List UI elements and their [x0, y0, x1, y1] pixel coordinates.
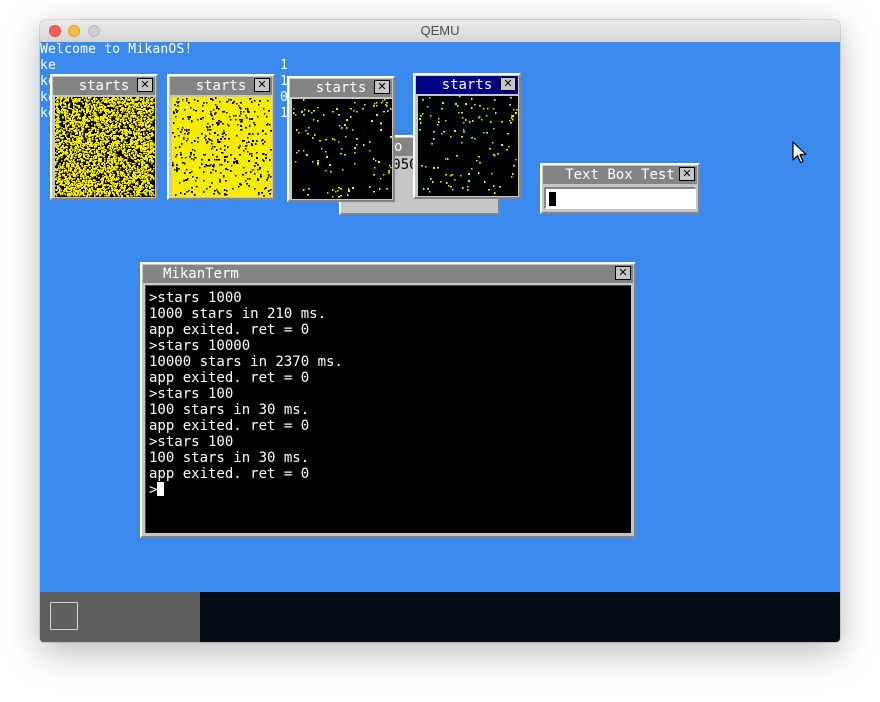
close-icon[interactable]: ✕	[500, 77, 516, 91]
terminal-line: app exited. ret = 0	[149, 466, 310, 482]
terminal-line: >stars 10000	[149, 338, 251, 354]
terminal-prompt: >	[149, 482, 158, 498]
mikanterm-window[interactable]: MikanTerm ✕ >stars 1000 1000 stars in 21…	[140, 262, 636, 538]
mouse-cursor-icon	[792, 141, 807, 164]
terminal-line: >stars 1000	[149, 290, 242, 306]
text-cursor	[549, 192, 556, 206]
stars-window-4-active[interactable]: starts ✕	[413, 73, 521, 199]
terminal-line: app exited. ret = 0	[149, 322, 310, 338]
start-button-icon[interactable]	[50, 602, 78, 630]
console-welcome-line: Welcome to MikanOS!	[40, 42, 193, 57]
text-box-window-title: Text Box Test	[543, 166, 697, 184]
terminal-line: 1000 stars in 210 ms.	[149, 306, 327, 322]
starfield-canvas	[292, 99, 392, 199]
taskbar-left-panel	[40, 592, 200, 642]
qemu-titlebar: QEMU	[40, 20, 840, 43]
terminal-line: 10000 stars in 2370 ms.	[149, 354, 343, 370]
terminal-line: 100 stars in 30 ms.	[149, 450, 310, 466]
terminal-cursor	[157, 482, 165, 496]
close-icon[interactable]: ✕	[374, 80, 390, 94]
terminal-line: 100 stars in 30 ms.	[149, 402, 310, 418]
close-icon[interactable]: ✕	[615, 266, 631, 280]
close-icon[interactable]: ✕	[679, 167, 695, 181]
starfield-canvas	[418, 96, 518, 196]
stars-window-1[interactable]: starts ✕	[50, 74, 158, 200]
close-icon[interactable]: ✕	[254, 78, 270, 92]
text-box-test-window[interactable]: Text Box Test ✕	[540, 163, 700, 214]
mikanos-desktop[interactable]: Welcome to MikanOS! ke ke ke ke 1 1 0 1 …	[40, 42, 840, 592]
terminal-output[interactable]: >stars 1000 1000 stars in 210 ms. app ex…	[145, 285, 631, 533]
console-line: ke	[40, 58, 57, 73]
terminal-line: app exited. ret = 0	[149, 418, 310, 434]
taskbar	[40, 592, 840, 642]
console-digit: 1	[280, 58, 289, 73]
terminal-line: >stars 100	[149, 434, 234, 450]
starfield-canvas	[172, 97, 272, 197]
terminal-line: >stars 100	[149, 386, 234, 402]
terminal-prompt-line[interactable]: >	[149, 482, 165, 498]
starfield-canvas	[55, 97, 155, 197]
text-input[interactable]	[544, 187, 696, 209]
close-icon[interactable]: ✕	[137, 78, 153, 92]
window-title: QEMU	[420, 23, 460, 38]
terminal-line: app exited. ret = 0	[149, 370, 310, 386]
stars-window-3[interactable]: starts ✕	[287, 76, 395, 202]
terminal-title: MikanTerm	[143, 265, 633, 283]
stars-window-2[interactable]: starts ✕	[167, 74, 275, 200]
qemu-window: QEMU Welcome to MikanOS! ke ke ke ke 1 1…	[40, 20, 840, 642]
